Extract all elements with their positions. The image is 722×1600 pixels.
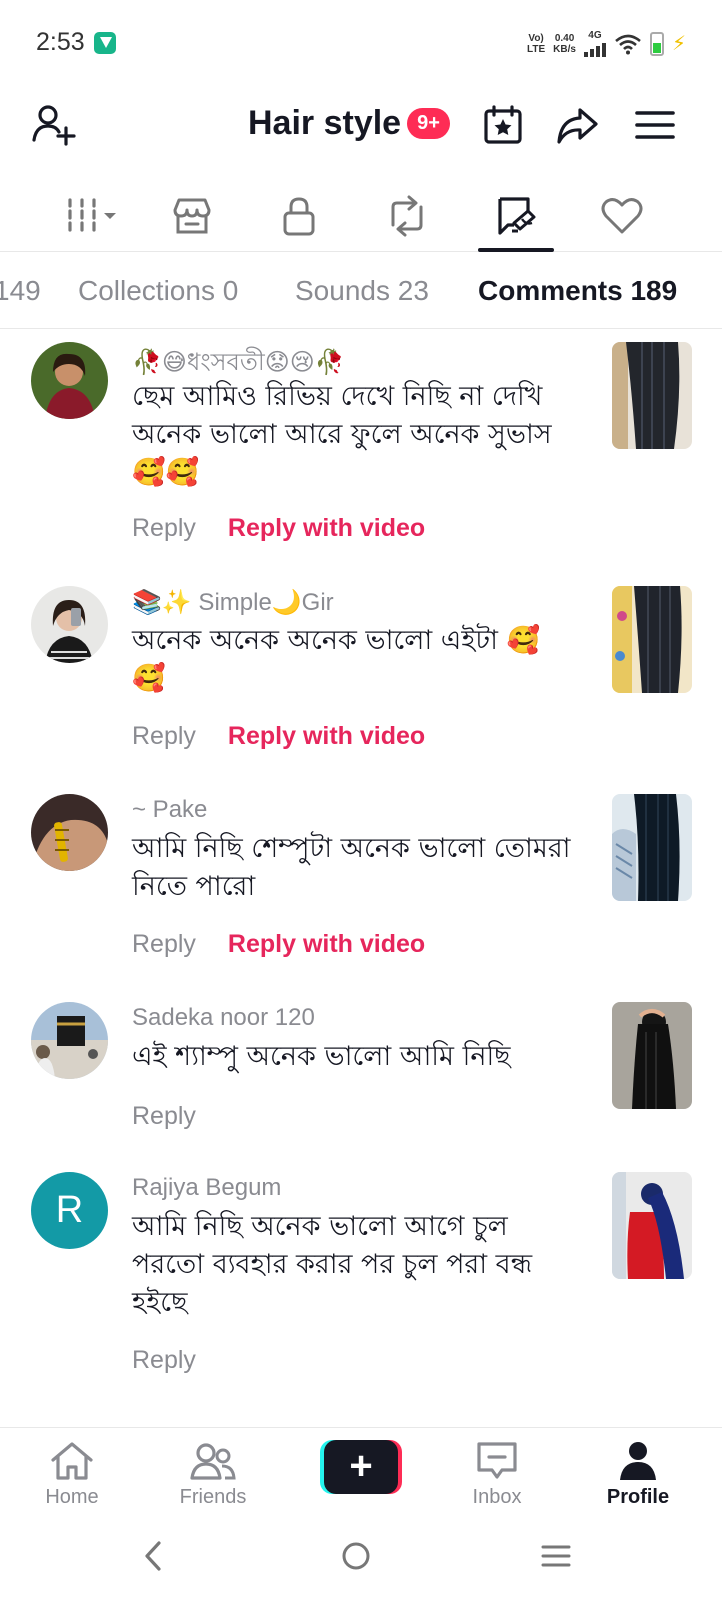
inbox-icon [477,1442,517,1479]
nav-inbox[interactable]: Inbox [447,1440,547,1509]
comment-username[interactable]: ~ Pake [132,796,207,824]
tab-private[interactable] [259,180,339,252]
reply-with-video-button[interactable]: Reply with video [228,514,425,543]
tab-comment-history[interactable] [476,180,556,252]
comment-text: আমি নিছি অনেক ভালো আগে চুল পরতো ব্যবহার … [132,1211,533,1318]
nav-profile[interactable]: Profile [588,1440,688,1509]
tab-shop[interactable] [152,180,232,252]
volte-indicator: Vo) LTE [527,32,546,55]
content-text-tabs: 149 Collections 0 Sounds 23 Comments 189 [0,253,722,329]
reply-with-video-button[interactable]: Reply with video [228,722,425,751]
comment-history-icon [498,197,536,235]
avatar[interactable] [31,586,108,663]
tab-reposts[interactable] [367,180,447,252]
comment-item: 📚✨ Simple🌙Gir অনেক অনেক অনেক ভালো এইটা 🥰… [0,574,722,774]
wifi-icon [615,34,641,54]
reply-button[interactable]: Reply [132,1102,196,1131]
video-thumbnail[interactable] [612,1002,692,1109]
avatar[interactable] [31,1002,108,1079]
profile-icon [620,1442,656,1480]
video-thumbnail[interactable] [612,586,692,693]
shop-icon [173,198,211,234]
create-button[interactable]: + [320,1440,402,1494]
calendar-star-icon[interactable] [478,100,528,150]
share-icon[interactable] [552,100,602,150]
reply-button[interactable]: Reply [132,930,196,959]
charging-icon: ⚡ [671,33,686,55]
status-indicators: Vo) LTE 0.40 KB/s 4G ⚡ [527,30,686,57]
content-icon-tabs [0,180,722,252]
network-type: 4G [588,30,602,41]
home-icon [51,1442,93,1480]
lock-icon [283,197,315,236]
reply-with-video-button[interactable]: Reply with video [228,930,425,959]
comment-actions: Reply [132,1102,196,1131]
friends-icon [190,1443,236,1480]
app-notification-icon [94,32,116,54]
avatar[interactable]: R [31,1172,108,1249]
profile-header: Hair style 9+ [0,90,722,170]
notification-badge: 9+ [407,108,450,139]
cell-signal-icon: 4G [583,30,606,57]
tab-partial-count[interactable]: 149 [0,275,41,307]
reply-button[interactable]: Reply [132,514,196,543]
repost-icon [391,195,423,237]
comment-text: আমি নিছি শেম্পুটা অনেক ভালো তোমরা নিতে প… [132,833,571,902]
nav-friends[interactable]: Friends [163,1440,263,1509]
back-icon[interactable] [134,1536,174,1576]
reply-button[interactable]: Reply [132,1346,196,1375]
plus-icon: + [324,1440,398,1494]
nav-profile-label: Profile [606,1486,670,1508]
status-time: 2:53 [36,28,85,56]
comment-actions: Reply Reply with video [132,514,425,543]
profile-title[interactable]: Hair style 9+ [248,104,450,143]
nav-friends-label: Friends [179,1486,247,1508]
add-friend-icon[interactable] [28,100,78,150]
nav-home[interactable]: Home [22,1440,122,1509]
comment-actions: Reply [132,1346,196,1375]
avatar[interactable] [31,342,108,419]
comment-item: Sadeka noor 120 এই শ্যাম্পু অনেক ভালো আম… [0,990,722,1152]
video-thumbnail[interactable] [612,342,692,449]
tab-sounds[interactable]: Sounds 23 [295,275,429,307]
comment-text: অনেক অনেক অনেক ভালো এইটা 🥰 🥰 [132,625,541,694]
comment-text: এই শ্যাম্পু অনেক ভালো আমি নিছি [132,1041,511,1072]
nav-home-label: Home [45,1486,99,1508]
comment-item: R Rajiya Begum আমি নিছি অনেক ভালো আগে চু… [0,1160,722,1400]
comment-item: 🥀😅ধংসবতী😟😢🥀 ছেম আমিও রিভিয় দেখে নিছি না… [0,330,722,566]
battery-icon [649,31,664,56]
avatar[interactable] [31,794,108,871]
recent-apps-icon[interactable] [536,1536,576,1576]
bottom-navigation: Home Friends + Inbox Profile [0,1427,722,1517]
comment-actions: Reply Reply with video [132,722,425,751]
system-navigation [0,1518,722,1600]
home-circle-icon[interactable] [336,1536,376,1576]
status-bar: 2:53 Vo) LTE 0.40 KB/s 4G ⚡ [0,0,722,86]
comment-username[interactable]: 📚✨ Simple🌙Gir [132,588,334,617]
video-thumbnail[interactable] [612,1172,692,1279]
menu-icon[interactable] [630,100,680,150]
comment-list: 🥀😅ধংসবতী😟😢🥀 ছেম আমিও রিভিয় দেখে নিছি না… [0,330,722,1426]
data-speed: 0.40 KB/s [553,32,576,55]
video-thumbnail[interactable] [612,794,692,901]
comment-username[interactable]: Rajiya Begum [132,1174,281,1202]
comment-text: ছেম আমিও রিভিয় দেখে নিছি না দেখি অনেক ভ… [132,381,552,488]
page-title: Hair style [248,104,402,142]
avatar-letter: R [55,1189,84,1231]
tab-comments[interactable]: Comments 189 [478,275,677,307]
comment-actions: Reply Reply with video [132,930,425,959]
tab-videos-grid[interactable] [52,180,132,252]
tab-liked[interactable] [582,180,662,252]
tab-collections[interactable]: Collections 0 [78,275,238,307]
heart-icon [601,198,643,234]
reply-button[interactable]: Reply [132,722,196,751]
comment-username[interactable]: Sadeka noor 120 [132,1004,315,1032]
comment-item: ~ Pake আমি নিছি শেম্পুটা অনেক ভালো তোমরা… [0,782,722,982]
grid-filter-icon [68,198,116,232]
nav-inbox-label: Inbox [472,1486,522,1508]
